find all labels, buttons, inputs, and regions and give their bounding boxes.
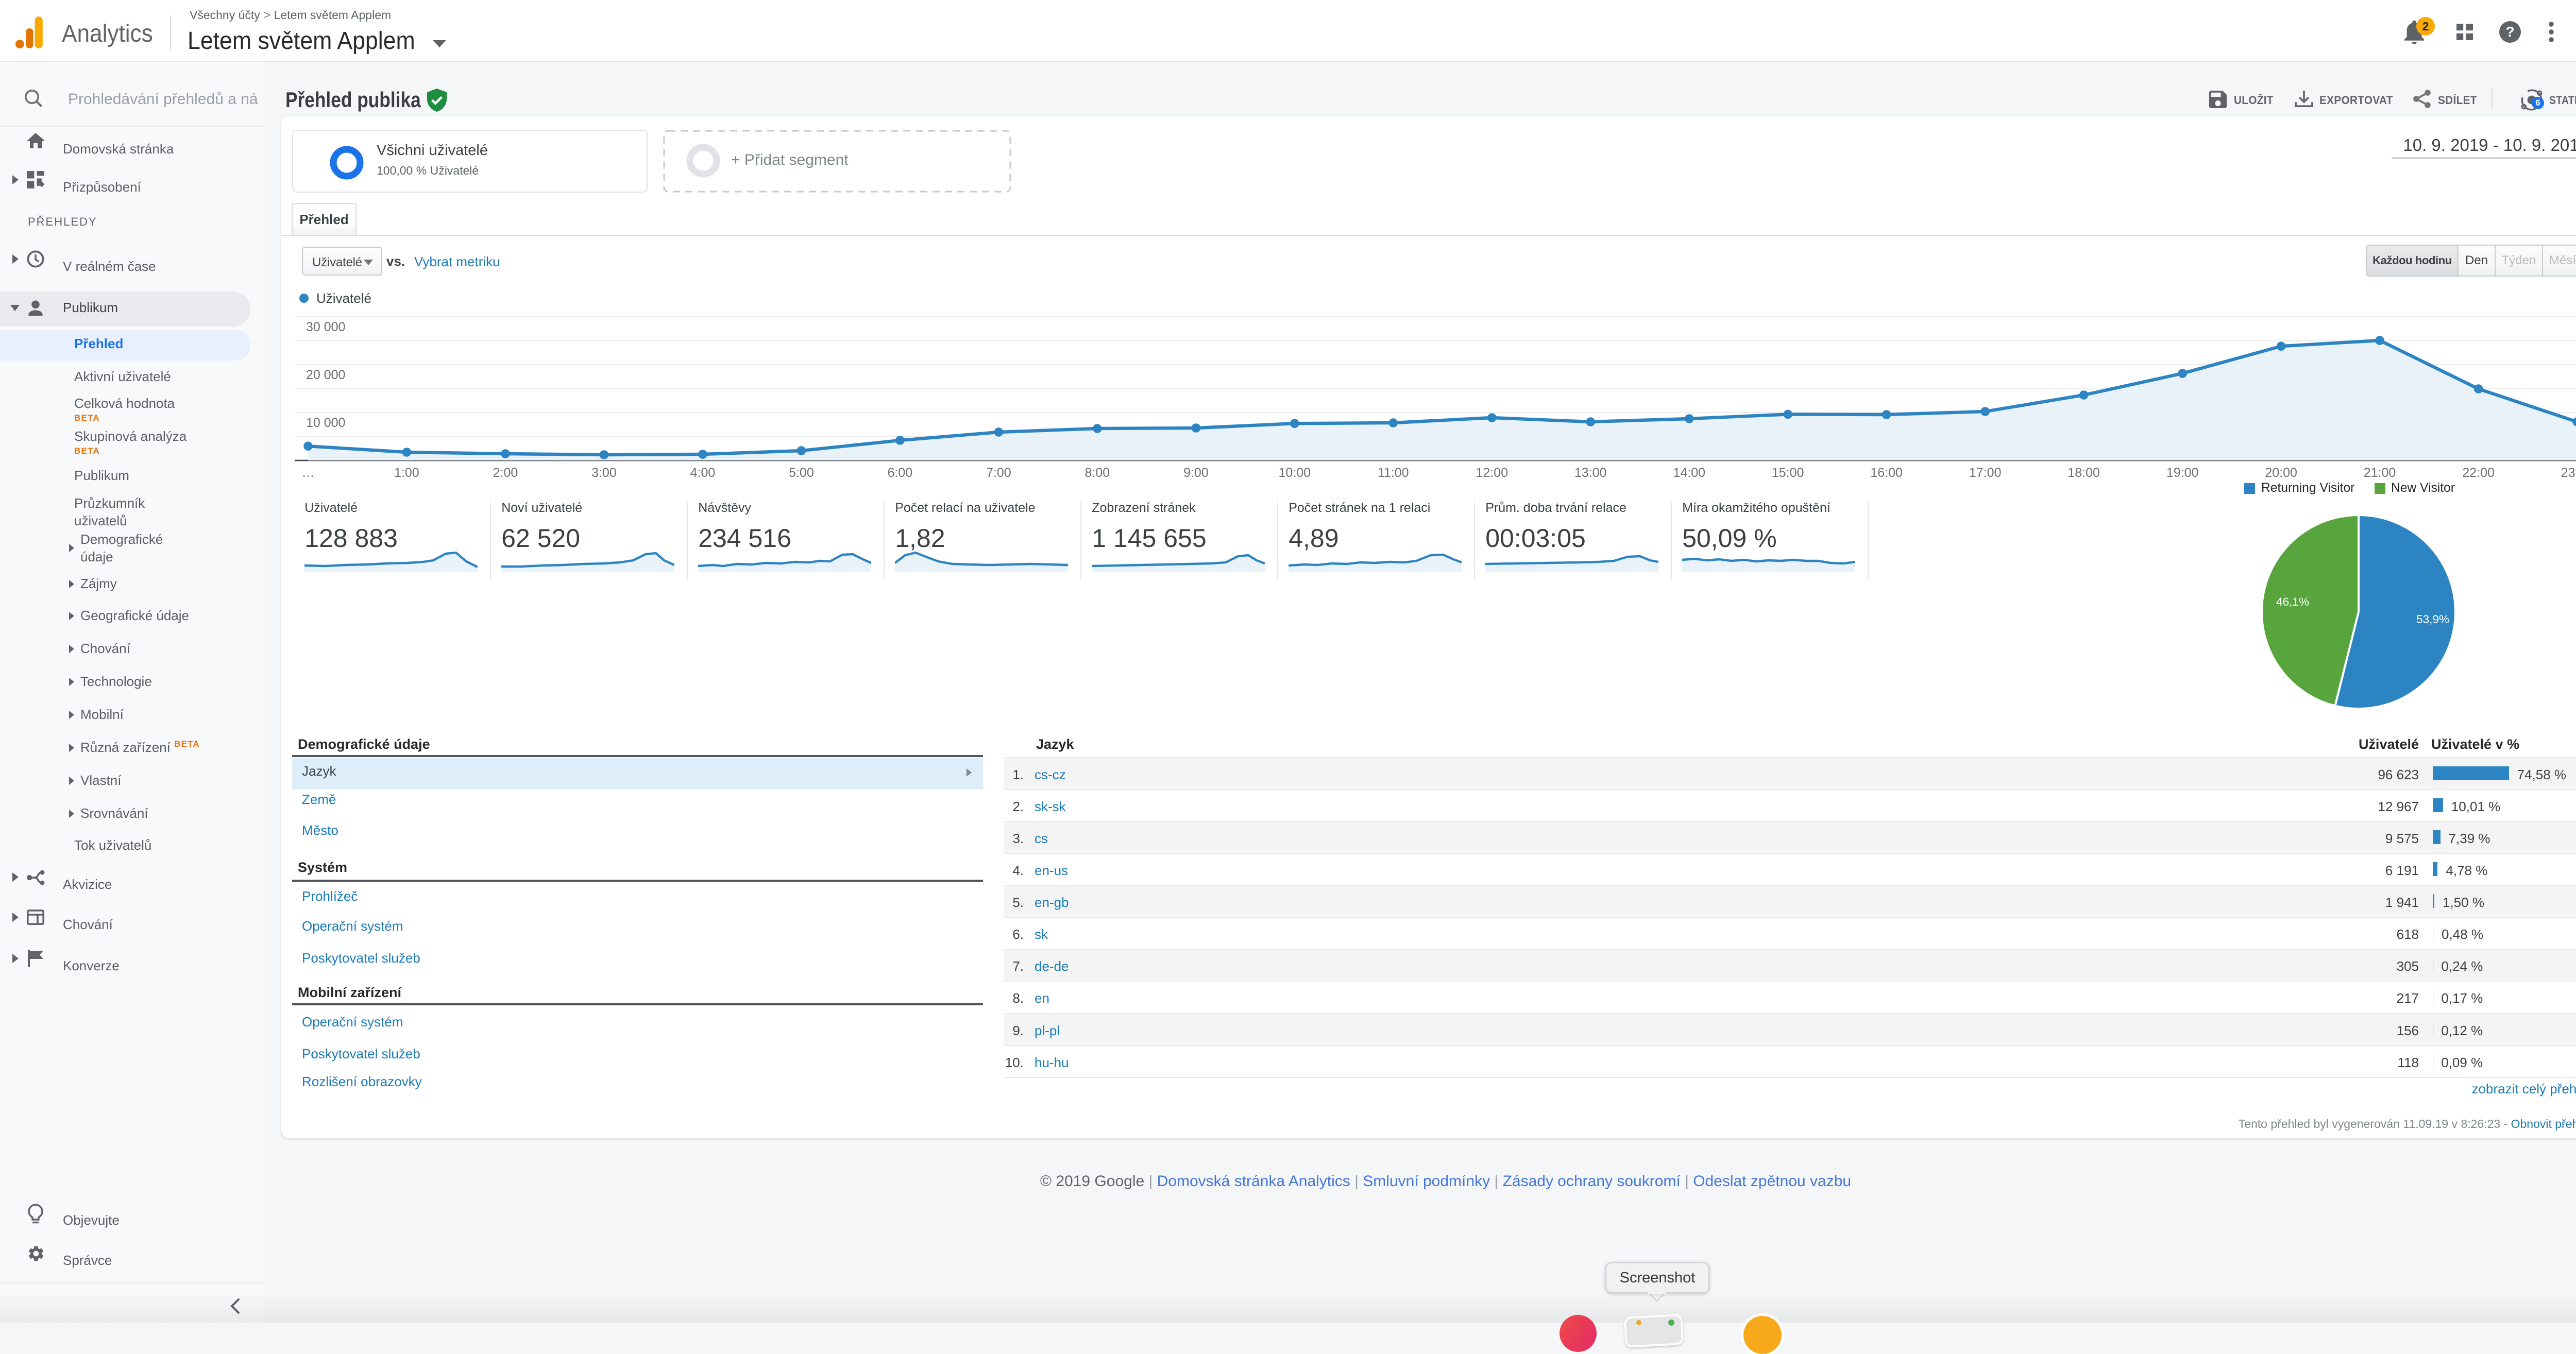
- svg-text:…: …: [302, 466, 315, 480]
- svg-text:12:00: 12:00: [1476, 466, 1509, 480]
- svg-text:15:00: 15:00: [1772, 466, 1804, 480]
- svg-text:3:00: 3:00: [591, 466, 617, 480]
- svg-text:10:00: 10:00: [1279, 466, 1311, 480]
- svg-text:30 000: 30 000: [306, 320, 345, 334]
- svg-text:4:00: 4:00: [690, 466, 716, 480]
- svg-text:18:00: 18:00: [2067, 466, 2100, 480]
- svg-text:2:00: 2:00: [493, 466, 518, 480]
- svg-text:8:00: 8:00: [1084, 466, 1110, 480]
- svg-text:46,1%: 46,1%: [2276, 595, 2309, 608]
- svg-text:19:00: 19:00: [2166, 466, 2199, 480]
- svg-text:6:00: 6:00: [887, 466, 912, 480]
- svg-text:11:00: 11:00: [1378, 466, 1409, 480]
- svg-text:13:00: 13:00: [1574, 466, 1607, 480]
- svg-text:1:00: 1:00: [394, 466, 419, 480]
- svg-text:10 000: 10 000: [306, 416, 345, 430]
- svg-text:7:00: 7:00: [986, 466, 1011, 480]
- svg-text:23:00: 23:00: [2561, 466, 2576, 480]
- svg-text:16:00: 16:00: [1870, 466, 1903, 480]
- svg-text:5:00: 5:00: [789, 466, 814, 480]
- svg-text:20 000: 20 000: [306, 368, 345, 382]
- svg-text:17:00: 17:00: [1969, 466, 2002, 480]
- svg-text:14:00: 14:00: [1673, 466, 1706, 480]
- svg-text:9:00: 9:00: [1183, 466, 1209, 480]
- svg-text:53,9%: 53,9%: [2416, 613, 2449, 626]
- svg-text:21:00: 21:00: [2364, 466, 2396, 480]
- svg-text:22:00: 22:00: [2462, 466, 2495, 480]
- svg-text:20:00: 20:00: [2265, 466, 2297, 480]
